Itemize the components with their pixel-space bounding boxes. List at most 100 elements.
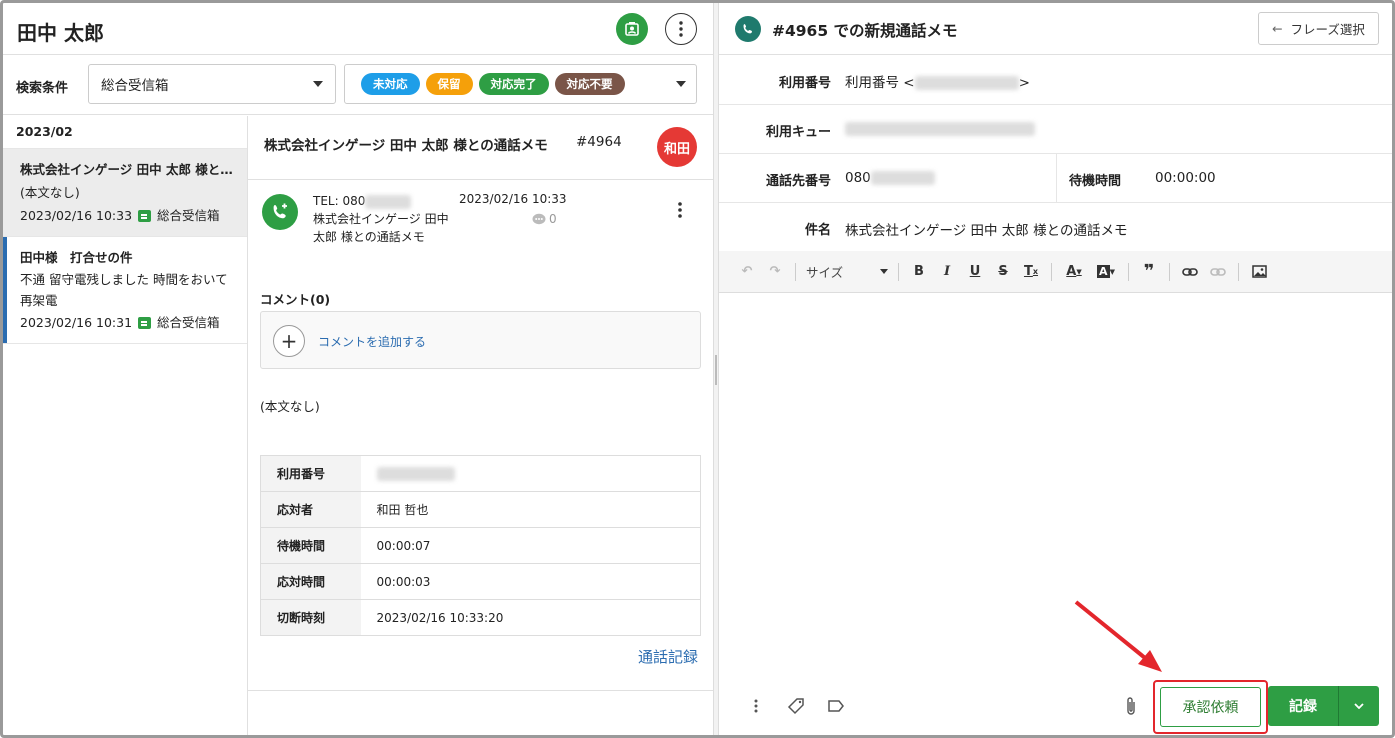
call-info: TEL: 080 株式会社インゲージ 田中 太郎 様との通話メモ <box>313 192 453 246</box>
divider <box>1056 154 1057 203</box>
status-tag-unhandled[interactable]: 未対応 <box>361 73 420 95</box>
use-number-suffix: > <box>1018 75 1030 91</box>
vertical-dots-icon <box>678 202 682 218</box>
editor-toolbar: ↶ ↷ サイズ B I U S Tx A ▼ A ▼ ❞ <box>719 251 1392 293</box>
list-month-header: 2023/02 <box>3 116 247 149</box>
destination-label: 通話先番号 <box>765 174 831 189</box>
text-color-icon[interactable]: A ▼ <box>1058 258 1090 286</box>
inbox-select[interactable]: 総合受信箱 <box>88 64 336 104</box>
table-key: 待機時間 <box>260 527 361 564</box>
table-row: 切断時刻 2023/02/16 10:33:20 <box>260 599 701 636</box>
table-key: 利用番号 <box>260 455 361 492</box>
use-number-row: 利用番号 利用番号 < > <box>719 55 1392 105</box>
phrase-select-label: フレーズ選択 <box>1290 22 1365 37</box>
strikethrough-icon[interactable]: S <box>989 258 1017 286</box>
list-item[interactable]: 田中様 打合せの件 不通 留守電残しました 時間をおいて再架電 2023/02/… <box>3 237 247 344</box>
paperclip-icon[interactable] <box>1122 697 1140 715</box>
destination-prefix: 080 <box>845 170 871 186</box>
table-key: 応対者 <box>260 491 361 528</box>
status-filter-select[interactable]: 未対応 保留 対応完了 対応不要 <box>344 64 697 104</box>
use-number-prefix: 利用番号 < <box>845 75 915 91</box>
redacted-text <box>870 171 935 185</box>
chevron-down-icon <box>1354 703 1364 709</box>
more-menu-button[interactable] <box>665 13 697 45</box>
list-item-title: 田中様 打合せの件 <box>20 250 133 265</box>
search-label: 検索条件 <box>16 81 69 96</box>
list-item-body: (本文なし) <box>20 185 80 200</box>
compose-title: #4965 での新規通話メモ <box>772 22 958 40</box>
phone-icon <box>735 16 761 42</box>
bold-icon[interactable]: B <box>905 258 933 286</box>
italic-icon[interactable]: I <box>933 258 961 286</box>
table-key: 切断時刻 <box>260 599 361 636</box>
font-size-select[interactable]: サイズ <box>802 262 892 281</box>
comment-box: + コメントを追加する <box>260 311 701 369</box>
tag-icon[interactable] <box>787 697 805 715</box>
vertical-dots-icon <box>679 21 683 37</box>
table-row: 待機時間 00:00:07 <box>260 527 701 564</box>
call-tel: TEL: 080 <box>313 194 366 208</box>
unlink-icon[interactable] <box>1204 258 1232 286</box>
incoming-call-icon <box>262 194 298 230</box>
splitter-grip[interactable] <box>715 355 717 385</box>
add-comment-plus-button[interactable]: + <box>273 325 305 357</box>
queue-select[interactable] <box>845 121 1035 137</box>
message-editor[interactable] <box>719 293 1392 673</box>
link-icon[interactable] <box>1176 258 1204 286</box>
quote-icon[interactable]: ❞ <box>1135 258 1163 286</box>
label-icon[interactable] <box>827 697 845 715</box>
list-item-inbox: 総合受信箱 <box>157 315 220 330</box>
underline-icon[interactable]: U <box>961 258 989 286</box>
compose-pane: #4965 での新規通話メモ ← フレーズ選択 利用番号 利用番号 < > 利用キ… <box>719 3 1392 735</box>
queue-label: 利用キュー <box>765 125 831 140</box>
clear-format-icon[interactable]: Tx <box>1017 258 1045 286</box>
annotation-arrow-icon <box>1074 600 1162 672</box>
image-icon[interactable] <box>1245 258 1273 286</box>
queue-row: 利用キュー <box>719 105 1392 154</box>
phrase-select-button[interactable]: ← フレーズ選択 <box>1258 12 1379 45</box>
table-value: 00:00:07 <box>360 527 701 564</box>
call-datetime: 2023/02/16 10:33 <box>459 192 567 206</box>
approval-request-button[interactable]: 承認依頼 <box>1160 687 1261 727</box>
destination-value[interactable]: 080 <box>845 170 935 186</box>
use-number-select[interactable]: 利用番号 < > <box>845 71 1030 91</box>
ticket-number: #4964 <box>576 134 622 150</box>
undo-icon[interactable]: ↶ <box>733 258 761 286</box>
pane-header: 田中 太郎 <box>3 3 713 55</box>
comment-count-value: 0 <box>549 212 557 226</box>
font-size-label: サイズ <box>806 265 844 280</box>
message-list: 2023/02 株式会社インゲージ 田中 太郎 様と… (本文なし) 2023/… <box>3 116 248 735</box>
destination-row: 通話先番号 080 待機時間 00:00:00 <box>719 154 1392 203</box>
list-item-body: 不通 留守電残しました 時間をおいて再架電 <box>20 272 228 308</box>
table-row: 利用番号 <box>260 455 701 492</box>
highlight-color-icon[interactable]: A ▼ <box>1090 258 1122 286</box>
status-tag-not-needed[interactable]: 対応不要 <box>554 73 625 95</box>
conversation-pane: 田中 太郎 検索条件 総合受信箱 未対応 保留 対応完了 対応不要 2023/0… <box>3 3 713 735</box>
record-button[interactable]: 記録 <box>1268 686 1339 726</box>
more-options-icon[interactable] <box>747 697 765 715</box>
status-tag-done[interactable]: 対応完了 <box>478 73 549 95</box>
compose-header: #4965 での新規通話メモ ← フレーズ選択 <box>719 3 1392 55</box>
call-caller: 株式会社インゲージ 田中 太郎 様との通話メモ <box>313 212 449 244</box>
record-options-button[interactable] <box>1339 686 1379 726</box>
redacted-text <box>365 194 412 209</box>
list-item-inbox: 総合受信箱 <box>157 208 220 223</box>
list-item-indicator <box>3 237 7 343</box>
table-row: 応対時間 00:00:03 <box>260 563 701 600</box>
assignee-avatar[interactable]: 和田 <box>657 127 697 167</box>
add-comment-link[interactable]: コメントを追加する <box>318 333 426 350</box>
list-item-title: 株式会社インゲージ 田中 太郎 様と… <box>20 162 233 177</box>
message-more-button[interactable] <box>678 202 682 222</box>
table-row: 応対者 和田 哲也 <box>260 491 701 528</box>
chevron-down-icon <box>313 81 323 87</box>
search-conditions: 検索条件 総合受信箱 未対応 保留 対応完了 対応不要 <box>3 55 713 115</box>
call-log-link[interactable]: 通話記録 <box>638 646 698 667</box>
inbox-icon <box>138 209 152 222</box>
status-tag-pending[interactable]: 保留 <box>425 73 473 95</box>
inbox-select-value: 総合受信箱 <box>101 78 169 94</box>
subject-input[interactable]: 株式会社インゲージ 田中 太郎 様との通話メモ <box>845 219 1127 239</box>
list-item[interactable]: 株式会社インゲージ 田中 太郎 様と… (本文なし) 2023/02/16 10… <box>3 149 247 237</box>
contact-card-button[interactable] <box>616 13 648 45</box>
redo-icon[interactable]: ↷ <box>761 258 789 286</box>
inbox-icon <box>138 316 152 329</box>
